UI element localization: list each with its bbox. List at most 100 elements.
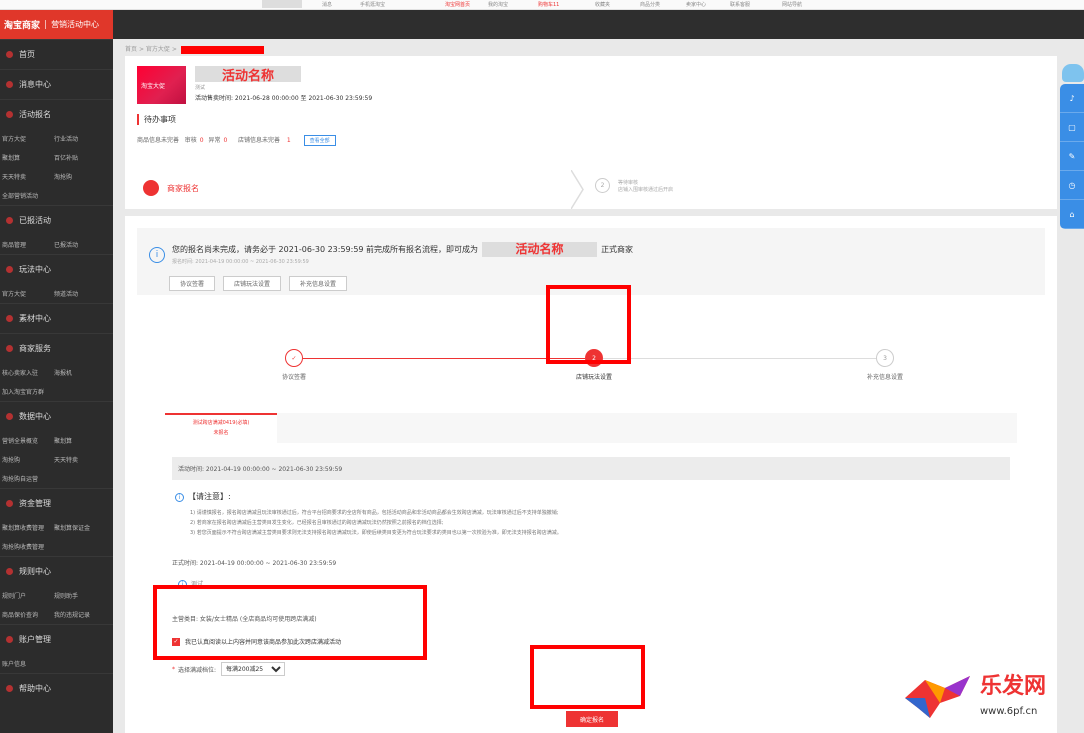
sidebar-item[interactable]: 淘抢购 <box>2 455 54 464</box>
sidebar-item[interactable]: 官方大促 <box>2 289 54 298</box>
sidebar-sub-row: 淘抢购自运营 <box>0 469 113 488</box>
sidebar-item[interactable]: 聚划算保证金 <box>54 523 106 532</box>
mascot-icon[interactable] <box>1062 64 1084 82</box>
top-link[interactable]: 手机逛淘宝 <box>360 1 385 8</box>
sidebar-item[interactable]: 淘抢购 <box>54 172 106 181</box>
breadcrumb-level1[interactable]: 官方大促 <box>146 46 170 53</box>
sidebar-item[interactable]: 聚划算 <box>54 436 106 445</box>
sidebar-sub-row: 淘抢购 天天特卖 <box>0 450 113 469</box>
sidebar-item[interactable]: 加入淘宝官方群 <box>2 387 44 396</box>
section-icon <box>6 636 13 643</box>
tier-select[interactable]: 每满200减25 <box>221 662 286 676</box>
tier-label: 选择满减档位: <box>178 666 217 674</box>
top-link[interactable]: 消息 <box>322 1 332 8</box>
sidebar-item[interactable]: 商品保价查询 <box>2 610 54 619</box>
tab-title: 测试跨店满减0419(必填) <box>192 420 250 426</box>
sidebar-sub-row: 规则门户 规则助手 <box>0 586 113 605</box>
edit-icon[interactable]: ✎ <box>1060 142 1084 171</box>
rule-line: 3) 若您页面提示不符合跨店满减主营类目要求则无法支持报名跨店满减玩法，即使后续… <box>190 530 562 536</box>
annotation-box <box>153 585 427 660</box>
agreement-button[interactable]: 协议签署 <box>169 276 216 291</box>
sidebar-item[interactable]: 我的违规记录 <box>54 610 106 619</box>
sidebar-item[interactable]: 核心卖家入驻 <box>2 368 54 377</box>
section-icon <box>6 413 13 420</box>
sidebar-section[interactable]: 玩法中心 <box>0 254 113 284</box>
notice-prefix: 您的报名尚未完成，请务必于 2021-06-30 23:59:59 前完成所有报… <box>172 245 479 254</box>
sidebar-item[interactable]: 官方大促 <box>2 134 54 143</box>
todo-shop-label: 店铺信息未完善 <box>238 137 281 144</box>
top-link[interactable]: 购物车11 <box>538 1 559 8</box>
sidebar-item[interactable]: 行业活动 <box>54 134 106 143</box>
sidebar-item[interactable]: 天天特卖 <box>54 455 106 464</box>
breadcrumb-redacted <box>180 45 264 54</box>
sidebar-section[interactable]: 商家服务 <box>0 333 113 363</box>
sidebar-item[interactable]: 天天特卖 <box>2 172 54 181</box>
message-icon[interactable]: ▢ <box>1060 113 1084 142</box>
sidebar-sub-row: 商品管理 已报活动 <box>0 235 113 254</box>
top-link[interactable]: 收藏夹 <box>595 1 610 8</box>
top-link[interactable]: 商品分类 <box>640 1 660 8</box>
header-bar <box>113 10 1084 39</box>
sidebar-section[interactable]: 数据中心 <box>0 401 113 431</box>
floating-toolbar: ♪ ▢ ✎ ◷ ⌂ <box>1060 84 1084 229</box>
shop-play-settings-button[interactable]: 店铺玩法设置 <box>223 276 282 291</box>
bell-icon[interactable]: ♪ <box>1060 84 1084 113</box>
breadcrumb-home[interactable]: 首页 <box>125 46 137 53</box>
sidebar-item[interactable]: 营销全景概览 <box>2 436 54 445</box>
sidebar-item[interactable]: 淘抢购收费管理 <box>2 542 44 551</box>
sidebar-section[interactable]: 已报活动 <box>0 205 113 235</box>
progress-label-1: 协议签署 <box>281 374 307 381</box>
sidebar-item[interactable]: 规则助手 <box>54 591 106 600</box>
brand-divider: | <box>44 19 48 30</box>
brand-logo[interactable]: 淘宝商家 | 营销活动中心 <box>0 10 113 39</box>
section-icon <box>6 266 13 273</box>
sidebar-item[interactable]: 百亿补贴 <box>54 153 106 162</box>
home-icon[interactable]: ⌂ <box>1060 200 1084 229</box>
brand-subtitle: 营销活动中心 <box>51 20 100 29</box>
sidebar-section[interactable]: 消息中心 <box>0 69 113 99</box>
sidebar-item[interactable]: 聚划算收费管理 <box>2 523 54 532</box>
sidebar-section[interactable]: 活动报名 <box>0 99 113 129</box>
sidebar-item[interactable]: 全部营销活动 <box>2 191 38 200</box>
sidebar-section[interactable]: 帮助中心 <box>0 673 113 703</box>
sidebar-item[interactable]: 商品管理 <box>2 240 54 249</box>
sidebar-item[interactable]: 频道活动 <box>54 289 106 298</box>
sidebar-item[interactable]: 账户信息 <box>2 659 26 668</box>
sidebar-item[interactable]: 规则门户 <box>2 591 54 600</box>
sidebar-item[interactable]: 聚划算 <box>2 153 54 162</box>
section-icon <box>6 315 13 322</box>
section-icon <box>6 345 13 352</box>
top-link[interactable]: 我的淘宝 <box>488 1 508 8</box>
clock-icon[interactable]: ◷ <box>1060 171 1084 200</box>
confirm-signup-button[interactable]: 确定报名 <box>566 711 618 727</box>
top-link[interactable]: 卖家中心 <box>686 1 706 8</box>
todo-shop-count[interactable]: 1 <box>287 137 291 144</box>
sidebar-section[interactable]: 规则中心 <box>0 556 113 586</box>
check-icon: ✓ <box>285 349 303 367</box>
sidebar-sub-row: 聚划算收费管理 聚划算保证金 <box>0 518 113 537</box>
notice-time: 报名时间: 2021-04-19 00:00:00 ~ 2021-06-30 2… <box>172 259 309 265</box>
sidebar-item[interactable]: 淘抢购自运营 <box>2 474 38 483</box>
todo-abnormal-count[interactable]: 0 <box>224 137 228 144</box>
sidebar-item[interactable]: 已报活动 <box>54 240 106 249</box>
sidebar-section[interactable]: 资金管理 <box>0 488 113 518</box>
notice-activity-name: 活动名称 <box>482 242 598 257</box>
top-link[interactable]: 联系客服 <box>730 1 750 8</box>
sidebar-section[interactable]: 首页 <box>0 39 113 69</box>
view-all-button[interactable]: 查看全部 <box>303 135 336 146</box>
sidebar-section-label: 首页 <box>19 50 35 59</box>
tab-cross-store-discount[interactable]: 测试跨店满减0419(必填) 未报名 <box>165 413 277 443</box>
notice-buttons: 协议签署 店铺玩法设置 补充信息设置 <box>169 276 348 291</box>
sidebar-section[interactable]: 账户管理 <box>0 624 113 654</box>
top-link[interactable]: 淘宝网首页 <box>445 1 470 8</box>
sidebar-item[interactable]: 海报机 <box>54 368 106 377</box>
sidebar-sub-row: 账户信息 <box>0 654 113 673</box>
top-link[interactable]: 网站导航 <box>782 1 802 8</box>
todo-title: 待办事项 <box>137 114 176 125</box>
sidebar-section[interactable]: 素材中心 <box>0 303 113 333</box>
todo-audit-count[interactable]: 0 <box>200 137 204 144</box>
brand-name: 淘宝商家 <box>4 21 41 31</box>
sidebar-sub-row: 官方大促 行业活动 <box>0 129 113 148</box>
watermark-text: 乐发网 <box>980 673 1047 699</box>
extra-info-button[interactable]: 补充信息设置 <box>289 276 348 291</box>
